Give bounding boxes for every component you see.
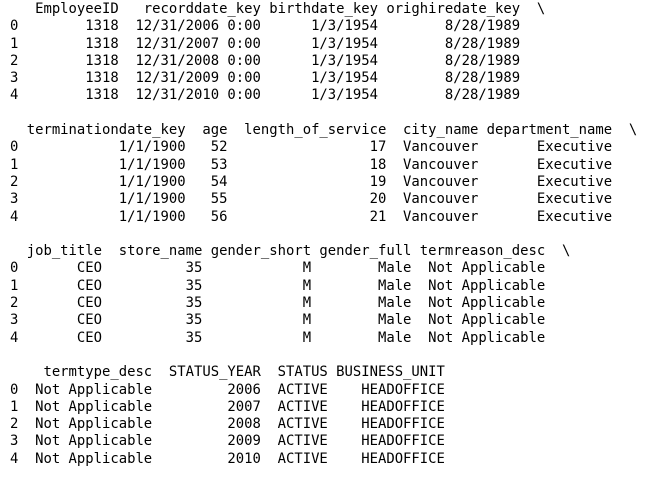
output-line-header-block-2: terminationdate_key age length_of_servic… xyxy=(10,122,638,139)
output-line-row-2-block-1: 2 1318 12/31/2008 0:00 1/3/1954 8/28/198… xyxy=(10,52,546,69)
output-line-header-block-1: EmployeeID recorddate_key birthdate_key … xyxy=(10,1,546,17)
output-line-row-0-block-3: 0 CEO 35 M Male Not Applicable xyxy=(10,260,571,277)
dataframe-output: EmployeeID recorddate_key birthdate_key … xyxy=(10,1,637,468)
output-line-row-4-block-3: 4 CEO 35 M Male Not Applicable xyxy=(10,329,571,346)
output-line-row-2-block-3: 2 CEO 35 M Male Not Applicable xyxy=(10,295,571,312)
output-line-blank xyxy=(10,226,637,243)
output-line-row-0-block-4: 0 Not Applicable 2006 ACTIVE HEADOFFICE xyxy=(10,381,462,398)
output-line-row-4-block-4: 4 Not Applicable 2010 ACTIVE HEADOFFICE xyxy=(10,450,462,467)
output-line-row-1-block-3: 1 CEO 35 M Male Not Applicable xyxy=(10,277,571,294)
output-line-row-2-block-2: 2 1/1/1900 54 19 Vancouver Executive xyxy=(10,173,638,190)
output-line-row-1-block-1: 1 1318 12/31/2007 0:00 1/3/1954 8/28/198… xyxy=(10,35,546,52)
output-line-blank xyxy=(10,347,637,364)
output-line-row-3-block-1: 3 1318 12/31/2009 0:00 1/3/1954 8/28/198… xyxy=(10,70,546,87)
output-line-row-3-block-3: 3 CEO 35 M Male Not Applicable xyxy=(10,312,571,329)
output-line-row-4-block-2: 4 1/1/1900 56 21 Vancouver Executive xyxy=(10,208,638,225)
output-line-row-3-block-2: 3 1/1/1900 55 20 Vancouver Executive xyxy=(10,191,638,208)
output-line-row-1-block-2: 1 1/1/1900 53 18 Vancouver Executive xyxy=(10,156,638,173)
output-line-row-3-block-4: 3 Not Applicable 2009 ACTIVE HEADOFFICE xyxy=(10,433,462,450)
output-line-header-block-3: job_title store_name gender_short gender… xyxy=(10,243,571,260)
output-line-row-0-block-2: 0 1/1/1900 52 17 Vancouver Executive xyxy=(10,139,638,156)
output-line-row-0-block-1: 0 1318 12/31/2006 0:00 1/3/1954 8/28/198… xyxy=(10,18,546,35)
output-line-header-block-4: termtype_desc STATUS_YEAR STATUS BUSINES… xyxy=(10,364,462,381)
output-line-row-4-block-1: 4 1318 12/31/2010 0:00 1/3/1954 8/28/198… xyxy=(10,87,546,104)
output-line-row-1-block-4: 1 Not Applicable 2007 ACTIVE HEADOFFICE xyxy=(10,398,462,415)
output-line-row-2-block-4: 2 Not Applicable 2008 ACTIVE HEADOFFICE xyxy=(10,416,462,433)
output-line-blank xyxy=(10,105,637,122)
